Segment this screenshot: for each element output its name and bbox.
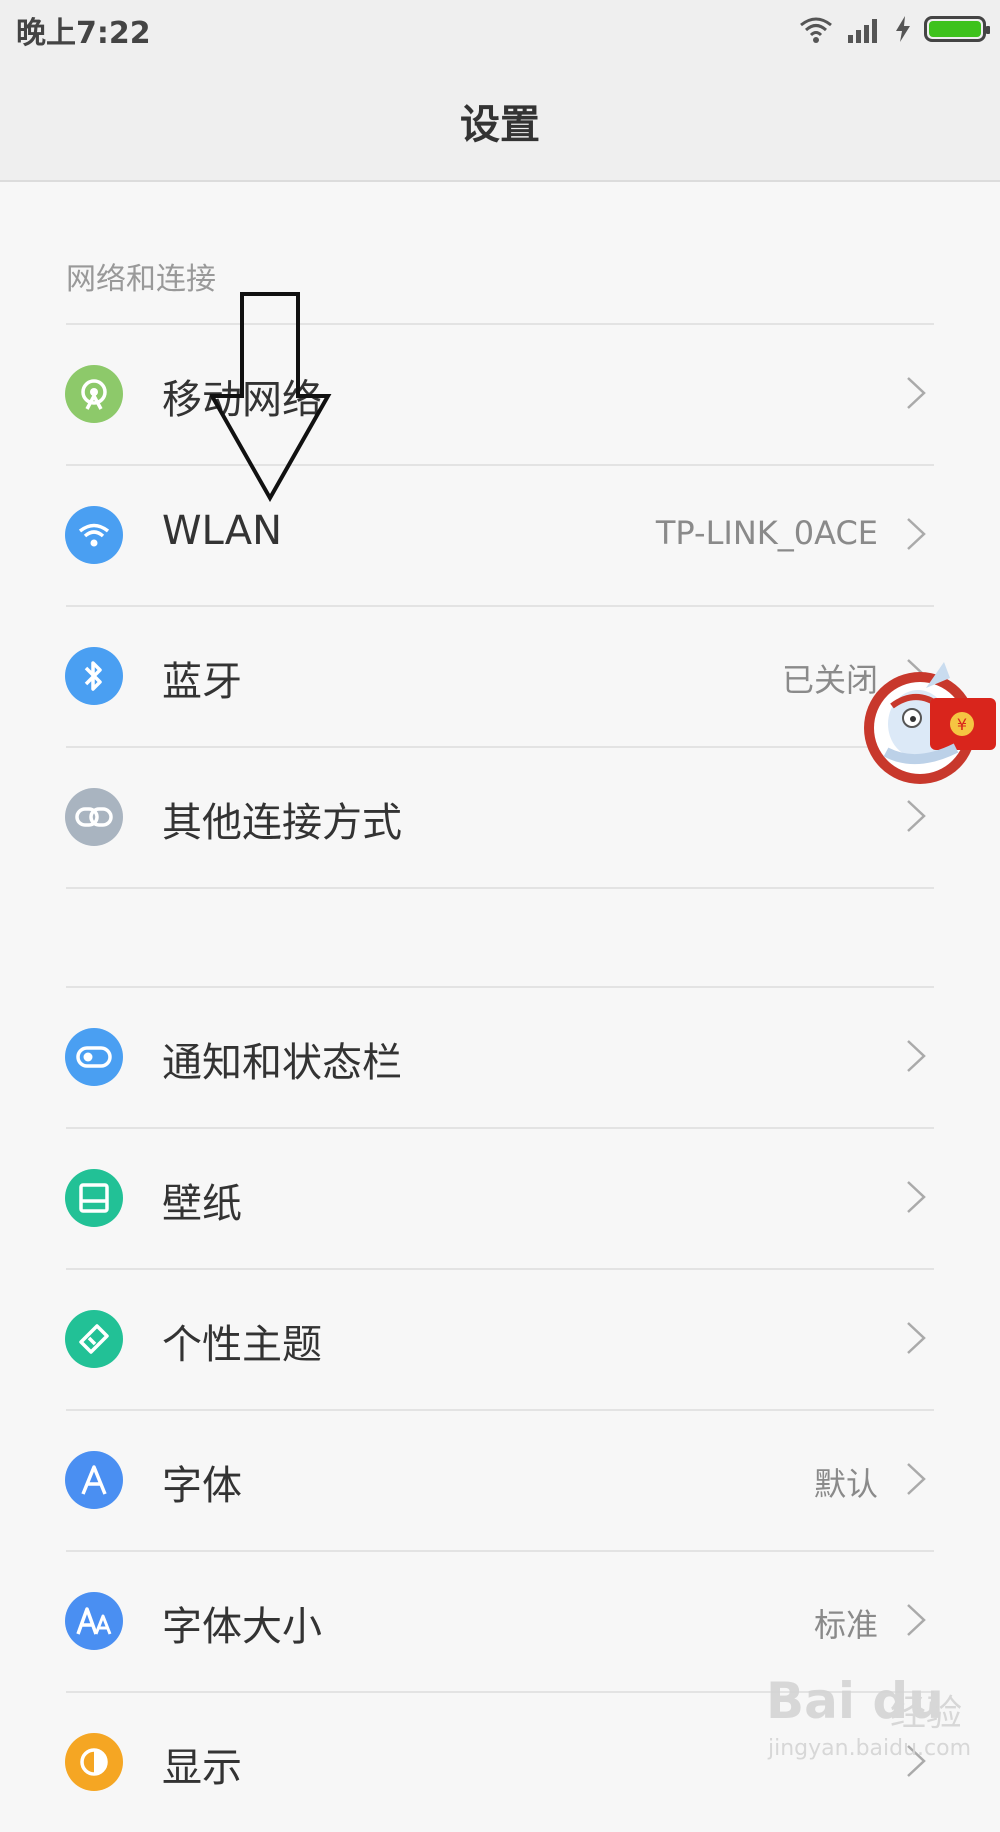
baidu-watermark: Bai du 经验 jingyan.baidu.com	[762, 1672, 992, 1776]
bluetooth-icon	[65, 647, 123, 705]
mobile-network-icon	[65, 365, 123, 423]
divider	[66, 1550, 934, 1552]
divider	[66, 1268, 934, 1270]
svg-text:¥: ¥	[957, 715, 967, 734]
settings-item-font-size[interactable]: 字体大小 标准	[0, 1550, 1000, 1691]
wifi-icon	[65, 506, 123, 564]
chevron-right-icon	[907, 1181, 926, 1213]
title-bar: 设置	[0, 58, 1000, 182]
settings-item-notifications[interactable]: 通知和状态栏	[0, 986, 1000, 1127]
divider	[66, 323, 934, 325]
chevron-right-icon	[907, 377, 926, 409]
settings-item-themes[interactable]: 个性主题	[0, 1268, 1000, 1409]
battery-icon	[924, 16, 990, 42]
settings-item-wallpaper[interactable]: 壁纸	[0, 1127, 1000, 1268]
notification-toggle-icon	[65, 1028, 123, 1086]
settings-item-label: 个性主题	[162, 1322, 322, 1368]
page-title: 设置	[460, 102, 540, 148]
font-icon	[65, 1451, 123, 1509]
chevron-right-icon	[907, 1322, 926, 1354]
settings-item-mobile-network[interactable]: 移动网络	[0, 323, 1000, 464]
divider	[66, 1409, 934, 1411]
chevron-right-icon	[907, 1040, 926, 1072]
charging-icon	[896, 16, 910, 42]
settings-item-bluetooth[interactable]: 蓝牙 已关闭	[0, 605, 1000, 746]
settings-item-value: 默认	[813, 1465, 878, 1503]
status-icons	[798, 12, 990, 46]
font-size-icon	[65, 1592, 123, 1650]
watermark-url: jingyan.baidu.com	[768, 1736, 972, 1761]
settings-item-label: WLAN	[162, 508, 283, 554]
watermark-jingyan: 经验	[890, 1693, 963, 1734]
divider	[66, 887, 934, 889]
annotation-arrow-icon	[210, 292, 332, 502]
settings-item-label: 壁纸	[162, 1181, 242, 1227]
settings-item-wlan[interactable]: WLAN TP-LINK_0ACE	[0, 464, 1000, 605]
settings-item-other-connections[interactable]: 其他连接方式	[0, 746, 1000, 887]
link-icon	[65, 788, 123, 846]
divider	[66, 464, 934, 466]
battery-fill	[929, 21, 981, 37]
theme-brush-icon	[65, 1310, 123, 1368]
settings-item-value: TP-LINK_0ACE	[655, 514, 878, 552]
status-bar: 晚上7:22	[0, 0, 1000, 58]
settings-item-label: 蓝牙	[162, 659, 242, 705]
settings-item-label: 字体大小	[162, 1604, 322, 1650]
settings-item-label: 通知和状态栏	[162, 1040, 402, 1086]
divider	[66, 986, 934, 988]
signal-icon	[848, 19, 877, 43]
chevron-right-icon	[907, 800, 926, 832]
chevron-right-icon	[907, 1604, 926, 1636]
section-header-network: 网络和连接	[66, 262, 216, 297]
settings-item-label: 其他连接方式	[162, 800, 402, 846]
settings-item-value: 标准	[813, 1606, 878, 1644]
chevron-right-icon	[907, 1463, 926, 1495]
divider	[66, 746, 934, 748]
wifi-icon	[800, 17, 832, 43]
settings-item-font[interactable]: 字体 默认	[0, 1409, 1000, 1550]
settings-item-label: 显示	[162, 1745, 242, 1791]
settings-item-label: 字体	[162, 1463, 242, 1509]
display-icon	[65, 1733, 123, 1791]
wallpaper-icon	[65, 1169, 123, 1227]
divider	[66, 605, 934, 607]
red-packet-mascot-icon[interactable]: ¥	[856, 648, 1000, 792]
status-time: 晚上7:22	[16, 16, 151, 51]
chevron-right-icon	[907, 518, 926, 550]
divider	[66, 1127, 934, 1129]
